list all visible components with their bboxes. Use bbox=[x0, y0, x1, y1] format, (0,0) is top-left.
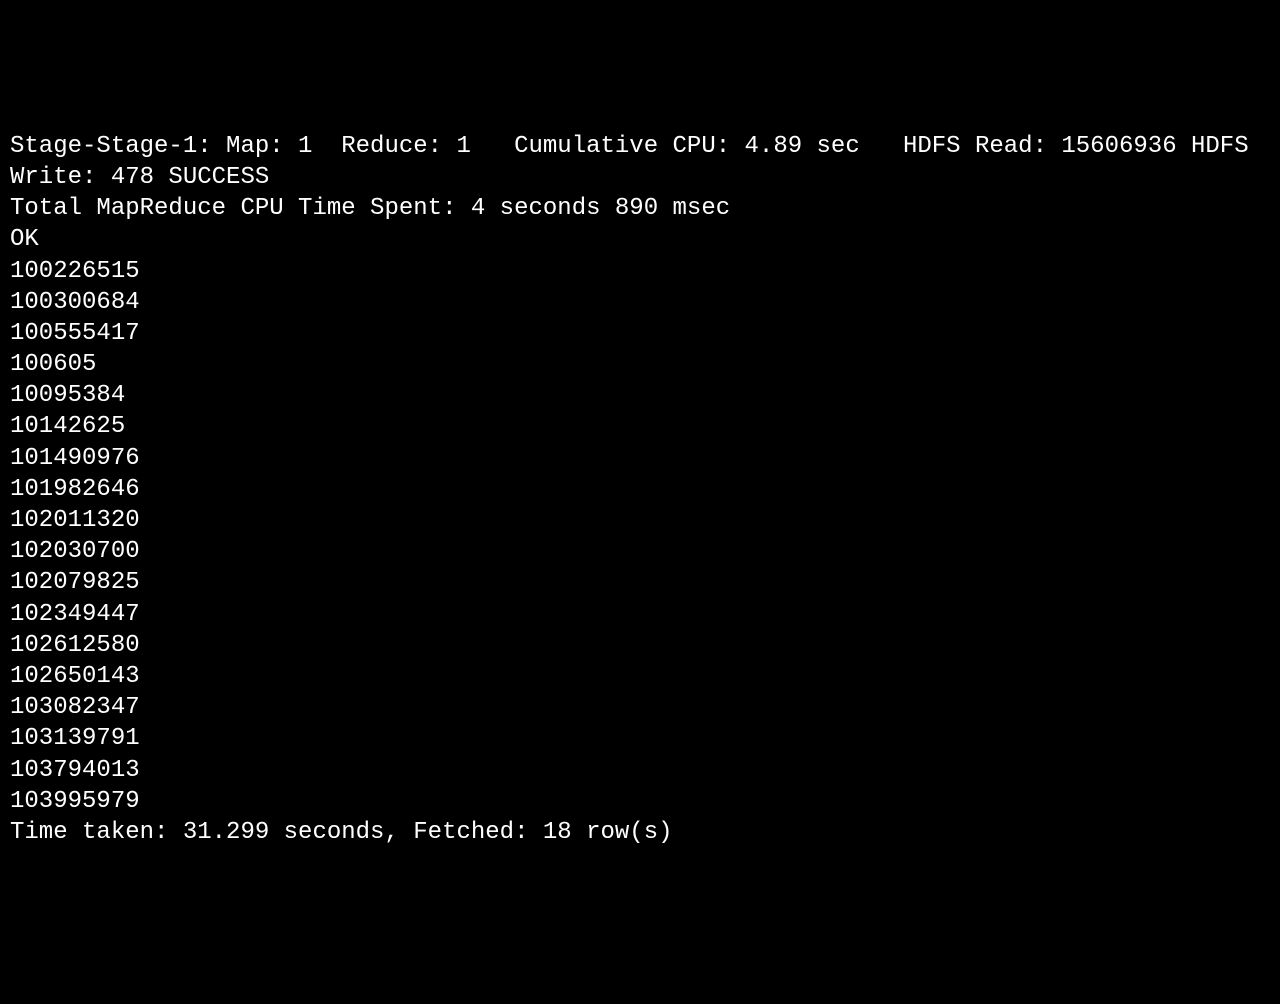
result-row: 103794013 bbox=[10, 755, 1270, 786]
result-row: 102030700 bbox=[10, 536, 1270, 567]
result-row: 102612580 bbox=[10, 630, 1270, 661]
result-row: 102650143 bbox=[10, 661, 1270, 692]
time-taken-line: Time taken: 31.299 seconds, Fetched: 18 … bbox=[10, 817, 1270, 848]
result-row: 10095384 bbox=[10, 380, 1270, 411]
result-row: 100226515 bbox=[10, 256, 1270, 287]
result-row: 101490976 bbox=[10, 443, 1270, 474]
result-row: 100605 bbox=[10, 349, 1270, 380]
stage-info-line: Stage-Stage-1: Map: 1 Reduce: 1 Cumulati… bbox=[10, 131, 1270, 193]
result-row: 103139791 bbox=[10, 723, 1270, 754]
result-row: 10142625 bbox=[10, 411, 1270, 442]
result-row: 101982646 bbox=[10, 474, 1270, 505]
result-row: 102011320 bbox=[10, 505, 1270, 536]
result-row: 103995979 bbox=[10, 786, 1270, 817]
ok-status-line: OK bbox=[10, 224, 1270, 255]
cpu-time-line: Total MapReduce CPU Time Spent: 4 second… bbox=[10, 193, 1270, 224]
result-row: 102349447 bbox=[10, 599, 1270, 630]
result-row: 100300684 bbox=[10, 287, 1270, 318]
result-row: 100555417 bbox=[10, 318, 1270, 349]
result-row: 103082347 bbox=[10, 692, 1270, 723]
terminal-output[interactable]: Stage-Stage-1: Map: 1 Reduce: 1 Cumulati… bbox=[10, 131, 1270, 848]
result-row: 102079825 bbox=[10, 567, 1270, 598]
